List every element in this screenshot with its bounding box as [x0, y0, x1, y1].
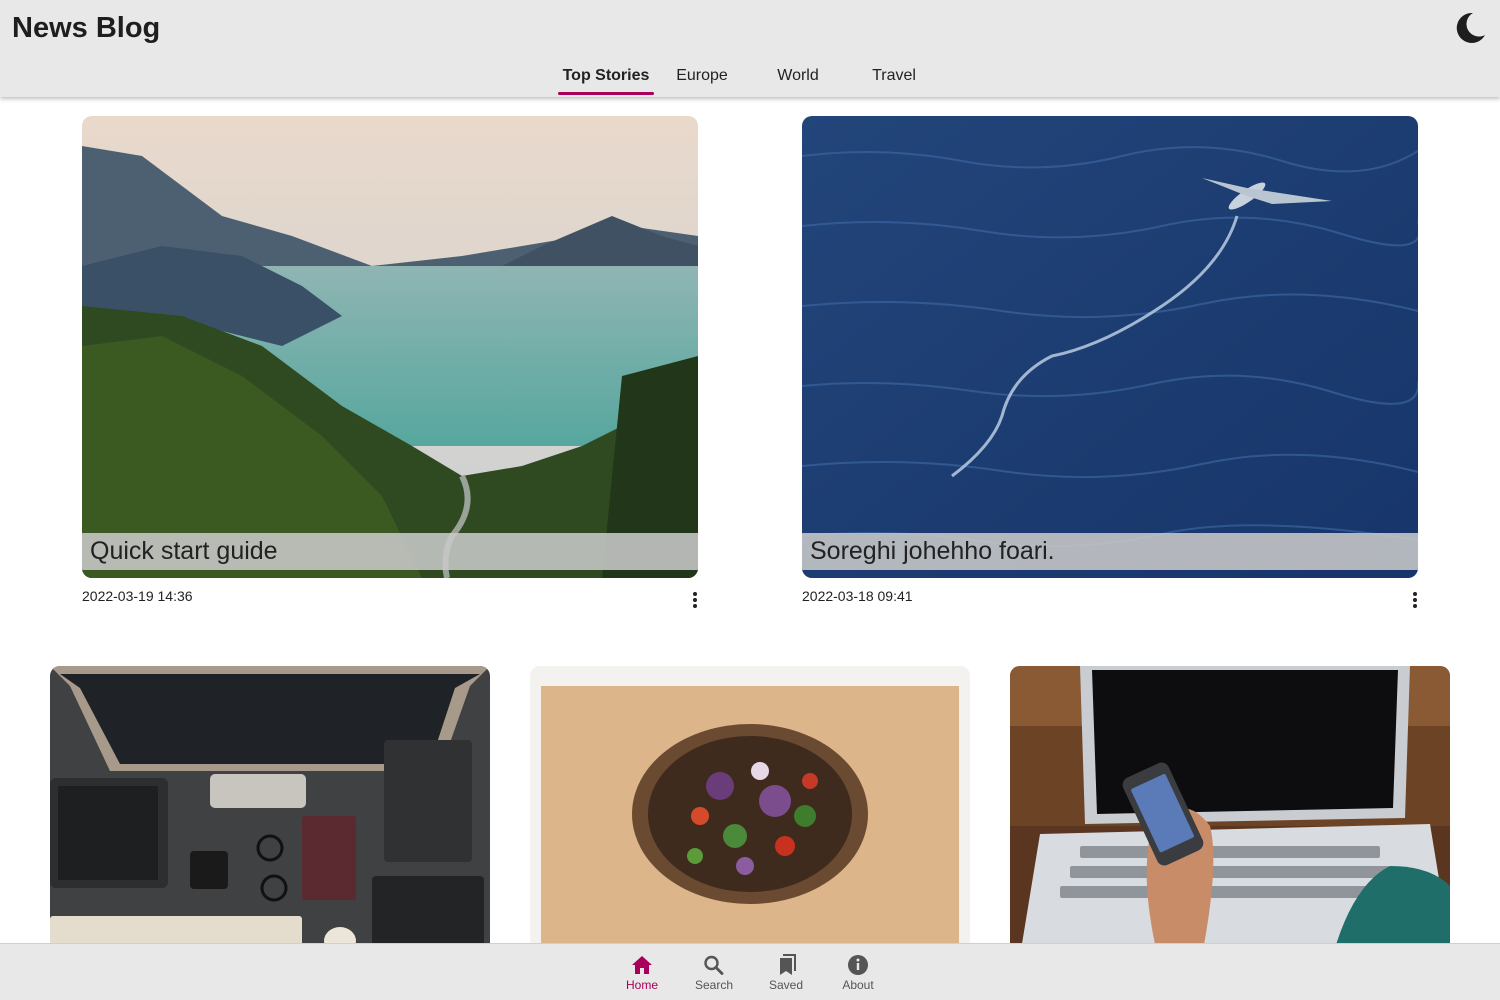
home-icon [632, 956, 652, 974]
nav-item-saved[interactable]: Saved [756, 954, 816, 992]
salad-bowl-photo[interactable] [530, 666, 970, 966]
bookmarks-icon [780, 954, 796, 975]
nav-label: Home [625, 978, 658, 992]
nav-label: About [842, 978, 874, 992]
tab-world[interactable]: World [750, 60, 846, 94]
search-icon [704, 955, 724, 975]
grid-card [1010, 666, 1450, 966]
app-title: News Blog [12, 12, 161, 44]
info-icon [848, 955, 868, 975]
featured-card: Quick start guide 2022-03-19 14:36 [82, 116, 698, 616]
app-header: News Blog Top Stories Europe World Trave… [0, 0, 1500, 97]
nav-item-about[interactable]: About [828, 954, 888, 992]
grid-card [50, 666, 490, 966]
more-options-icon[interactable] [1405, 588, 1425, 612]
nav-label: Search [694, 978, 734, 992]
nav-item-search[interactable]: Search [684, 954, 744, 992]
tab-europe[interactable]: Europe [654, 60, 750, 94]
card-caption: Soreghi johehho foari. [802, 533, 1418, 570]
app: News Blog Top Stories Europe World Trave… [0, 0, 1500, 1000]
tab-travel[interactable]: Travel [846, 60, 942, 94]
category-tabs: Top Stories Europe World Travel [558, 60, 942, 97]
more-options-icon[interactable] [685, 588, 705, 612]
nav-label: Saved [768, 978, 804, 992]
laptop-phone-photo[interactable] [1010, 666, 1450, 966]
card-date: 2022-03-19 14:36 [82, 588, 193, 604]
card-date: 2022-03-18 09:41 [802, 588, 913, 604]
moon-icon[interactable] [1452, 10, 1488, 46]
desk-workspace-photo[interactable] [50, 666, 490, 966]
bottom-navigation: Home Search Saved About [0, 943, 1500, 1000]
flying-fish-ocean-photo[interactable]: Soreghi johehho foari. [802, 116, 1418, 578]
featured-card: Soreghi johehho foari. 2022-03-18 09:41 [802, 116, 1418, 616]
grid-card [530, 666, 970, 966]
mountain-lake-photo[interactable]: Quick start guide [82, 116, 698, 578]
tab-top-stories[interactable]: Top Stories [558, 60, 654, 95]
nav-item-home[interactable]: Home [612, 954, 672, 992]
card-caption: Quick start guide [82, 533, 698, 570]
